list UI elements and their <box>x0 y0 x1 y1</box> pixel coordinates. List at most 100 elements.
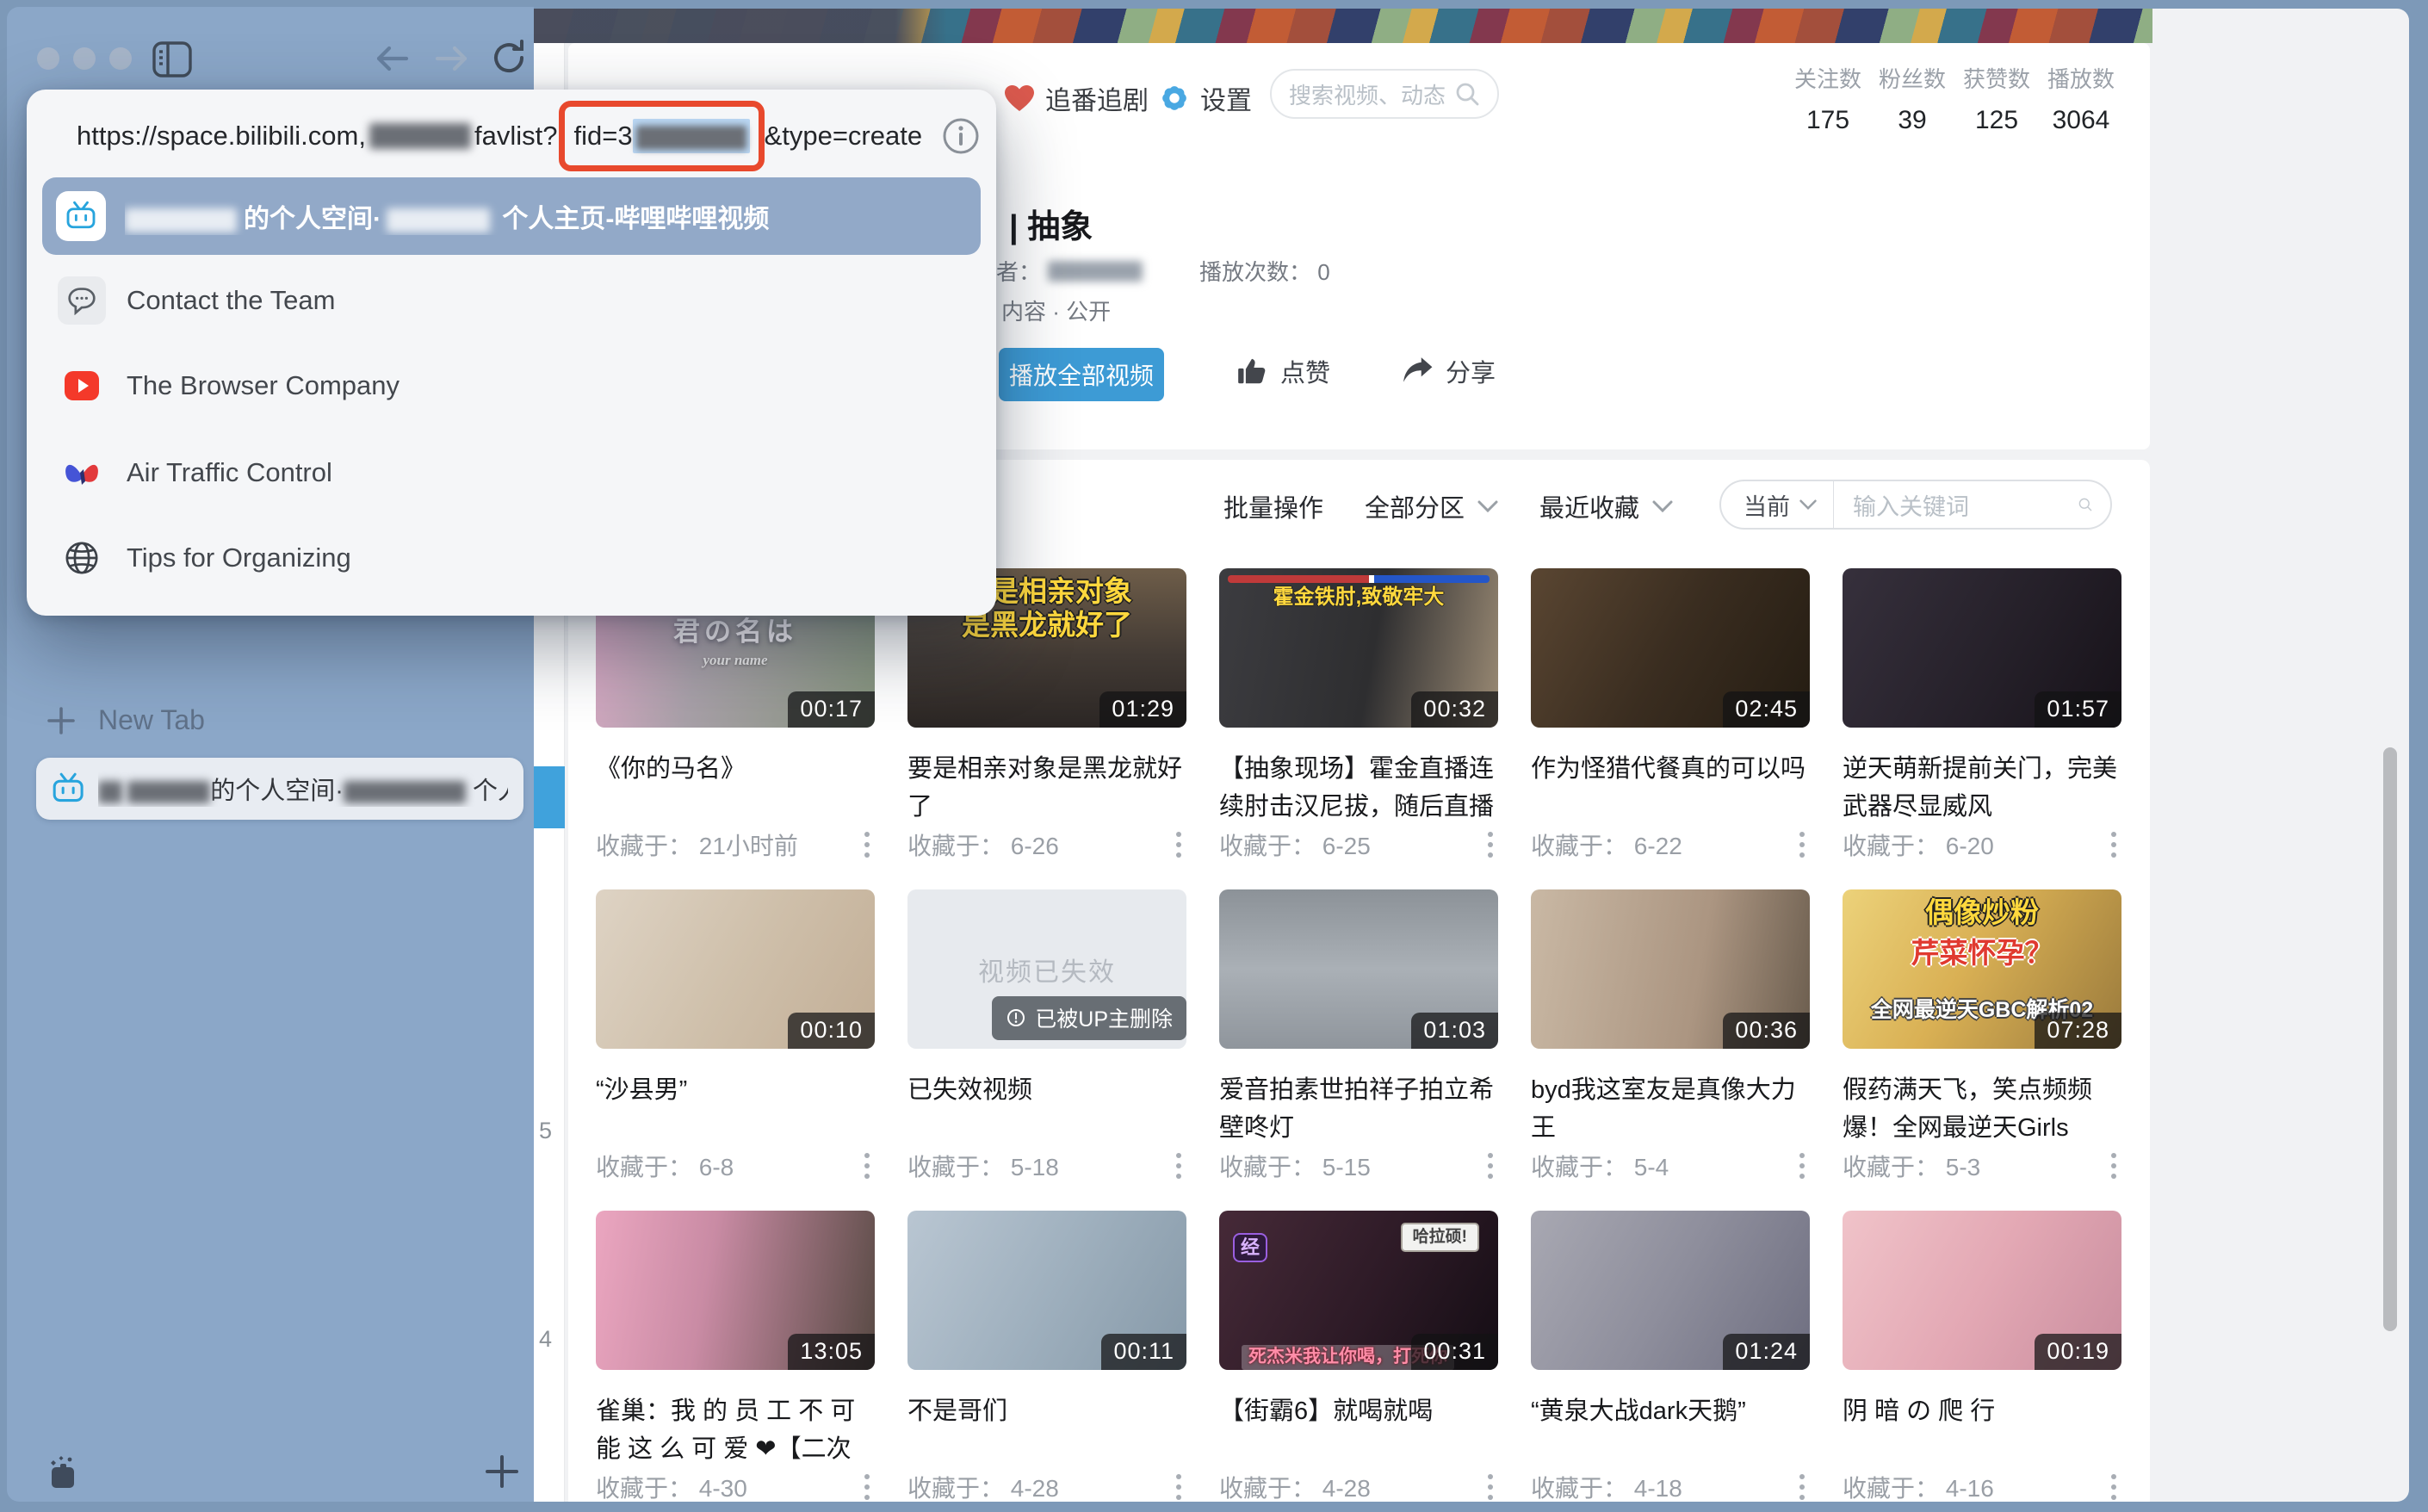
video-title[interactable]: 【抽象现场】霍金直播连续肘击汉尼拔，随后直播间被封 <box>1219 750 1498 826</box>
video-card[interactable]: 01:03 爱音拍素世拍祥子拍立希壁咚灯 收藏于： 5-15 <box>1219 889 1498 1211</box>
video-thumbnail[interactable]: 哈拉硕!死杰米我让你喝，打死你经 00:31 <box>1219 1211 1498 1370</box>
video-thumbnail[interactable]: 00:10 <box>596 889 875 1049</box>
video-thumbnail[interactable]: 01:03 <box>1219 889 1498 1049</box>
nav-bangumi[interactable]: 追番追剧 <box>1004 79 1149 117</box>
omnibox-item-air-traffic-control[interactable]: Air Traffic Control <box>58 443 962 503</box>
more-options-icon[interactable] <box>1483 1149 1498 1182</box>
video-card[interactable]: 哈拉硕!死杰米我让你喝，打死你经 00:31 【街霸6】就喝就喝 收藏于： 4-… <box>1219 1211 1498 1502</box>
sort-filter[interactable]: 最近收藏 <box>1539 488 1674 524</box>
category-filter[interactable]: 全部分区 <box>1365 488 1499 524</box>
more-options-icon[interactable] <box>2106 1471 2121 1502</box>
url-row[interactable]: https://space.bilibili.com,favlist?fid=3… <box>27 100 996 172</box>
more-options-icon[interactable] <box>859 828 875 861</box>
more-options-icon[interactable] <box>1171 1149 1186 1182</box>
video-thumbnail[interactable]: 偶像炒粉芹菜怀孕？全网最逆天GBC解析02 07:28 <box>1843 889 2121 1049</box>
page-scrollbar[interactable] <box>2383 747 2397 1331</box>
video-thumbnail[interactable]: 00:11 <box>907 1211 1186 1370</box>
video-thumbnail[interactable]: 霍金铁肘,致敬牢大 00:32 <box>1219 568 1498 728</box>
new-space-plus-icon[interactable] <box>482 1452 522 1496</box>
fid-annotation-box: fid=3 <box>559 101 764 171</box>
more-options-icon[interactable] <box>1794 828 1810 861</box>
nav-settings[interactable]: 设置 <box>1159 79 1252 117</box>
video-card[interactable]: 01:57 逆天萌新提前关门，完美武器尽显威风 收藏于： 6-20 <box>1843 568 2121 889</box>
keyword-search-box[interactable]: 当前 输入关键词 <box>1719 480 2112 530</box>
video-title[interactable]: “沙县男” <box>596 1071 875 1109</box>
like-button[interactable]: 点赞 <box>1236 353 1330 389</box>
video-title[interactable]: 要是相亲对象是黑龙就好了 <box>907 750 1186 826</box>
video-card[interactable]: 00:11 不是哥们 收藏于： 4-28 <box>907 1211 1186 1502</box>
more-options-icon[interactable] <box>1171 828 1186 861</box>
url-text[interactable]: https://space.bilibili.com,favlist?fid=3… <box>77 113 922 159</box>
video-card[interactable]: 君の名はyour name 00:17 《你的马名》 收藏于： 21小时前 <box>596 568 875 889</box>
video-card[interactable]: 02:45 作为怪猎代餐真的可以吗 收藏于： 6-22 <box>1531 568 1810 889</box>
video-title[interactable]: “黄泉大战dark天鹅” <box>1531 1392 1810 1430</box>
video-card[interactable]: 13:05 雀巢：我 的 员 工 不 可 能 这 么 可 爱 ❤【二次元爆改 收… <box>596 1211 875 1502</box>
video-thumbnail[interactable]: 13:05 <box>596 1211 875 1370</box>
thumbnail-text: 芹菜怀孕？ <box>1911 937 2053 970</box>
more-options-icon[interactable] <box>1483 828 1498 861</box>
search-icon[interactable] <box>2078 490 2110 519</box>
info-icon[interactable] <box>941 116 981 156</box>
video-thumbnail[interactable]: 01:57 <box>1843 568 2121 728</box>
close-window-button[interactable] <box>37 47 59 70</box>
top-suggestion[interactable]: 的个人空间· 个人主页-哔哩哔哩视频 <box>42 177 981 255</box>
video-thumbnail[interactable]: 00:19 <box>1843 1211 2121 1370</box>
video-title[interactable]: 假药满天飞，笑点频频爆！全网最逆天Girls Band Cry解析 <box>1843 1071 2121 1147</box>
video-title[interactable]: 作为怪猎代餐真的可以吗 <box>1531 750 1810 788</box>
video-card[interactable]: 01:24 “黄泉大战dark天鹅” 收藏于： 4-18 <box>1531 1211 1810 1502</box>
video-meta-row: 收藏于： 4-16 <box>1843 1470 2121 1502</box>
share-button[interactable]: 分享 <box>1401 353 1496 389</box>
active-tab[interactable]: 的个人空间· 个人… <box>36 758 523 820</box>
video-title[interactable]: byd我这室友是真像大力王 <box>1531 1071 1810 1147</box>
video-card[interactable]: 偶像炒粉芹菜怀孕？全网最逆天GBC解析02 07:28 假药满天飞，笑点频频爆！… <box>1843 889 2121 1211</box>
video-card[interactable]: 霍金铁肘,致敬牢大 00:32 【抽象现场】霍金直播连续肘击汉尼拔，随后直播间被… <box>1219 568 1498 889</box>
more-options-icon[interactable] <box>1794 1471 1810 1502</box>
more-options-icon[interactable] <box>859 1149 875 1182</box>
reload-button[interactable] <box>489 38 529 82</box>
search-scope-select[interactable]: 当前 <box>1721 488 1833 522</box>
stat-likes[interactable]: 获赞数125 <box>1959 62 2035 135</box>
stat-plays[interactable]: 播放数3064 <box>2043 62 2119 135</box>
video-thumbnail[interactable]: 01:24 <box>1531 1211 1810 1370</box>
video-title[interactable]: 逆天萌新提前关门，完美武器尽显威风 <box>1843 750 2121 826</box>
play-all-button[interactable]: 播放全部视频 <box>999 348 1164 401</box>
video-title[interactable]: 阴 暗 の 爬 行 <box>1843 1392 2121 1430</box>
video-title[interactable]: 不是哥们 <box>907 1392 1186 1430</box>
omnibox-item-tips[interactable]: Tips for Organizing <box>58 528 962 588</box>
back-button[interactable] <box>372 41 412 80</box>
video-card[interactable]: 00:10 “沙县男” 收藏于： 6-8 <box>596 889 875 1211</box>
video-title[interactable]: 爱音拍素世拍祥子拍立希壁咚灯 <box>1219 1071 1498 1147</box>
more-options-icon[interactable] <box>1483 1471 1498 1502</box>
sidebar-toggle-icon[interactable] <box>152 40 193 84</box>
duration-badge: 01:57 <box>2035 691 2121 728</box>
more-options-icon[interactable] <box>1794 1149 1810 1182</box>
omnibox-item-contact[interactable]: Contact the Team <box>58 270 962 331</box>
video-card[interactable]: 要是相亲对象是黑龙就好了 01:29 要是相亲对象是黑龙就好了 收藏于： 6-2… <box>907 568 1186 889</box>
library-icon[interactable] <box>43 1452 83 1496</box>
forward-button[interactable] <box>432 41 472 80</box>
new-tab-button[interactable]: New Tab <box>46 704 205 736</box>
stat-followers[interactable]: 粉丝数39 <box>1874 62 1950 135</box>
more-options-icon[interactable] <box>1171 1471 1186 1502</box>
batch-actions-button[interactable]: 批量操作 <box>1223 488 1323 524</box>
video-title[interactable]: 《你的马名》 <box>596 750 875 788</box>
more-options-icon[interactable] <box>2106 1149 2121 1182</box>
zoom-window-button[interactable] <box>109 47 132 70</box>
video-thumbnail[interactable]: 00:36 <box>1531 889 1810 1049</box>
video-title[interactable]: 已失效视频 <box>907 1071 1186 1109</box>
more-options-icon[interactable] <box>859 1471 875 1502</box>
nav-settings-label: 设置 <box>1200 79 1252 117</box>
video-title[interactable]: 雀巢：我 的 员 工 不 可 能 这 么 可 爱 ❤【二次元爆改 <box>596 1392 875 1468</box>
selected-nav-item[interactable] <box>534 766 565 828</box>
space-search-box[interactable]: 搜索视频、动态 <box>1270 69 1499 119</box>
video-card[interactable]: 00:19 阴 暗 の 爬 行 收藏于： 4-16 <box>1843 1211 2121 1502</box>
video-card[interactable]: 00:36 byd我这室友是真像大力王 收藏于： 5-4 <box>1531 889 1810 1211</box>
minimize-window-button[interactable] <box>73 47 96 70</box>
omnibox-item-browser-company[interactable]: The Browser Company <box>58 356 962 416</box>
stat-following[interactable]: 关注数175 <box>1790 62 1866 135</box>
video-thumbnail[interactable]: 视频已失效已被UP主删除 <box>907 889 1186 1049</box>
video-title[interactable]: 【街霸6】就喝就喝 <box>1219 1392 1498 1430</box>
more-options-icon[interactable] <box>2106 828 2121 861</box>
video-card[interactable]: 视频已失效已被UP主删除 已失效视频 收藏于： 5-18 <box>907 889 1186 1211</box>
video-thumbnail[interactable]: 02:45 <box>1531 568 1810 728</box>
